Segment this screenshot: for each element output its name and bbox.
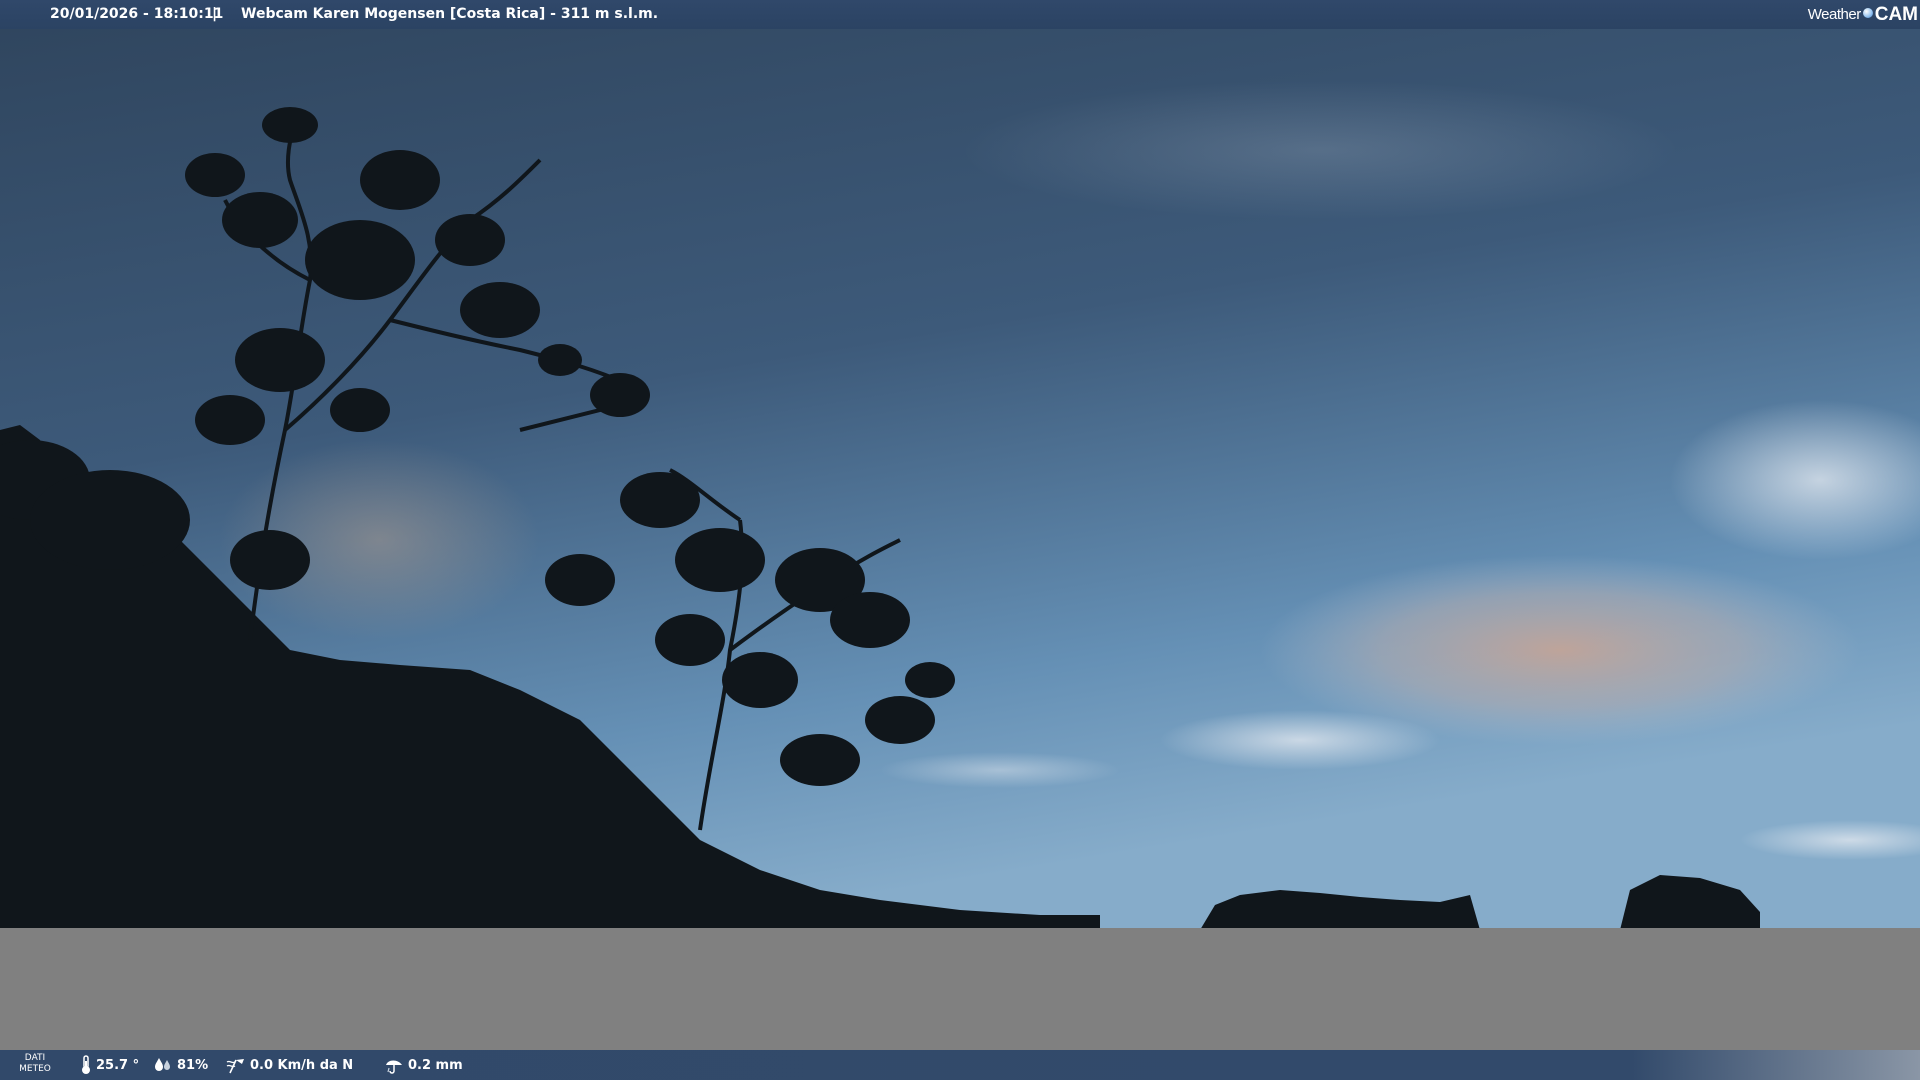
cloud-white-2 — [1160, 710, 1440, 770]
temperature-reading: 25.7 ° — [80, 1050, 139, 1080]
webcam-frame: 20/01/2026 - 18:10:11 | Webcam Karen Mog… — [0, 0, 1920, 1080]
rain-icon — [386, 1060, 402, 1074]
humidity-icon — [155, 1058, 170, 1071]
weathercam-logo: Weather CAM — [1808, 0, 1918, 29]
thermometer-icon — [82, 1055, 90, 1074]
webcam-title: Webcam Karen Mogensen [Costa Rica] - 311… — [241, 6, 659, 22]
webcam-image — [0, 29, 1920, 1050]
cloud-streak — [960, 80, 1680, 220]
timestamp: 20/01/2026 - 18:10:11 — [50, 6, 224, 22]
logo-text-cam: CAM — [1874, 4, 1918, 25]
weather-data-label-line2: METEO — [19, 1064, 51, 1074]
humidity-value: 81% — [177, 1057, 209, 1073]
weather-data-label-line1: DATI — [24, 1053, 46, 1063]
gray-band — [0, 928, 1920, 1050]
weather-data-label: DATI METEO — [18, 1053, 52, 1075]
wind-value: 0.0 Km/h da N — [250, 1057, 354, 1073]
cloud-white-4 — [880, 752, 1120, 788]
wind-icon — [226, 1059, 244, 1074]
humidity-reading: 81% — [153, 1050, 208, 1080]
rain-reading: 0.2 mm — [384, 1050, 463, 1080]
top-info-bar: 20/01/2026 - 18:10:11 | Webcam Karen Mog… — [0, 0, 1920, 29]
temperature-value: 25.7 ° — [96, 1057, 140, 1073]
logo-text-weather: Weather — [1807, 6, 1861, 23]
wind-reading: 0.0 Km/h da N — [226, 1050, 353, 1080]
logo-globe-icon — [1862, 7, 1873, 18]
rain-value: 0.2 mm — [408, 1057, 463, 1073]
weather-data-bar: DATI METEO 25.7 ° 81% 0.0 Km/h da N 0.2 … — [0, 1050, 1920, 1080]
title-separator: | — [212, 6, 218, 22]
